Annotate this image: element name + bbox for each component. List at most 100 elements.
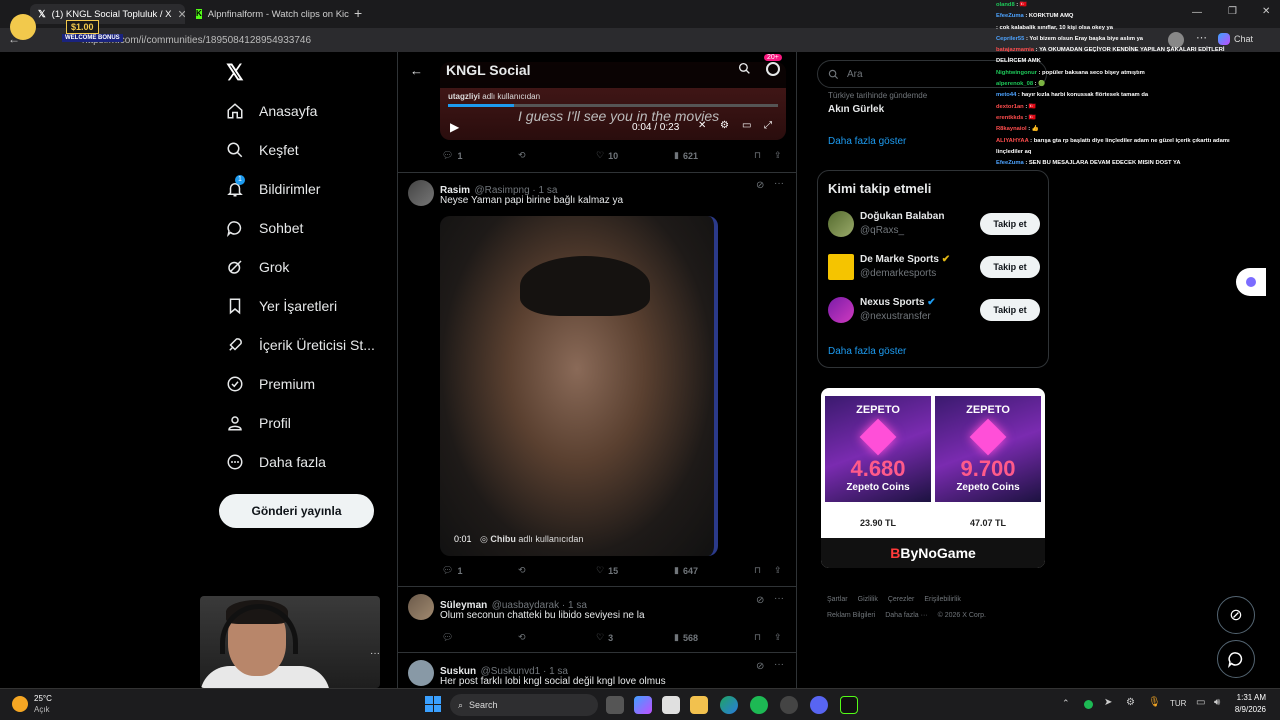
spotify-icon[interactable] (750, 696, 768, 714)
footer-link[interactable]: Çerezler (888, 596, 914, 603)
clock-time[interactable]: 1:31 AM (1230, 693, 1266, 702)
footer-link[interactable]: Daha fazla ··· (885, 612, 927, 619)
copilot-app-icon[interactable] (634, 696, 652, 714)
suggestion-item[interactable]: De Marke Sports ✔ @demarkesports Takip e… (828, 252, 1040, 282)
show-more-suggestions[interactable]: Daha fazla göster (828, 346, 906, 357)
reply-button[interactable]: 💬︎ (442, 632, 453, 643)
more-icon[interactable]: ··· (774, 178, 784, 189)
play-icon[interactable]: ▶ (450, 120, 459, 134)
back-arrow-icon[interactable]: ← (410, 63, 423, 78)
tray-settings-icon[interactable]: ⚙ (1126, 697, 1135, 708)
grok-icon[interactable]: ⊘ (756, 661, 764, 672)
repost-icon[interactable]: ⟲ (518, 150, 526, 161)
windows-start-icon[interactable] (425, 696, 441, 712)
grok-icon[interactable]: ⊘ (756, 595, 764, 606)
tab-kick[interactable]: K Alpnfinalform - Watch clips on Kic ✕ (188, 4, 351, 24)
show-more-trends[interactable]: Daha fazla göster (828, 136, 906, 147)
avatar[interactable] (828, 254, 854, 280)
repost-icon[interactable]: ⟲ (518, 632, 526, 643)
app-icon[interactable] (780, 696, 798, 714)
views-stat[interactable]: ▮ 621 (674, 150, 698, 161)
follow-button[interactable]: Takip et (980, 213, 1040, 235)
weather-temp[interactable]: 25°C (34, 694, 52, 703)
tray-app-icon[interactable] (1084, 700, 1093, 709)
avatar[interactable] (408, 180, 434, 206)
follow-button[interactable]: Takip et (980, 256, 1040, 278)
avatar[interactable] (408, 594, 434, 620)
bookmark-icon[interactable]: ⊓ (754, 150, 761, 161)
telegram-icon[interactable]: ➤ (1104, 697, 1112, 708)
like-button[interactable]: ♡ 15 (596, 565, 618, 576)
store-app-icon[interactable] (662, 696, 680, 714)
footer-link[interactable]: Şartlar (827, 596, 848, 603)
x-logo-icon[interactable]: 𝕏 (226, 60, 244, 86)
messages-fab-icon[interactable] (1217, 640, 1255, 678)
footer-link[interactable]: Gizlilik (858, 596, 878, 603)
reply-button[interactable]: 💬︎ 1 (442, 150, 462, 161)
nav-item-profile[interactable]: Profil (225, 408, 291, 438)
nav-item-notifications[interactable]: 1 Bildirimler (225, 174, 320, 204)
discord-icon[interactable] (810, 696, 828, 714)
mute-icon[interactable]: ✕ (698, 120, 706, 131)
bookmark-icon[interactable]: ⊓ (754, 632, 761, 643)
close-tab-icon[interactable]: ✕ (178, 8, 185, 21)
volume-icon[interactable]: 🔊︎ (1214, 697, 1220, 708)
trend-name[interactable]: Akın Gürlek (828, 104, 884, 115)
ad-item[interactable]: ZEPETO 9.700 Zepeto Coins (935, 396, 1041, 502)
repost-icon[interactable]: ⟲ (518, 565, 526, 576)
settings-icon[interactable]: ⚙ (720, 120, 729, 131)
microphone-icon[interactable]: 🎙︎ (1148, 697, 1161, 708)
suggestion-item[interactable]: Nexus Sports ✔ @nexustransfer Takip et (828, 295, 1040, 325)
settings-gear-icon[interactable] (766, 62, 780, 76)
address-bar[interactable]: https://x.com/i/communities/189508412895… (82, 31, 982, 49)
post-button[interactable]: Gönderi yayınla (219, 494, 374, 528)
more-icon[interactable]: ··· (370, 648, 380, 659)
side-panel-toggle[interactable] (1236, 268, 1266, 296)
pip-icon[interactable]: ▭ (742, 120, 751, 131)
avatar[interactable] (828, 297, 854, 323)
like-button[interactable]: ♡ 3 (596, 632, 613, 643)
nav-item-explore[interactable]: Keşfet (225, 135, 299, 165)
nav-item-grok[interactable]: Grok (225, 252, 289, 282)
avatar[interactable] (408, 660, 434, 686)
views-stat[interactable]: ▮ 568 (674, 632, 698, 643)
nav-item-home[interactable]: Anasayfa (225, 96, 317, 126)
nav-item-more[interactable]: Daha fazla (225, 447, 326, 477)
bookmark-icon[interactable]: ⊓ (754, 565, 761, 576)
nav-item-chat[interactable]: Sohbet (225, 213, 303, 243)
network-icon[interactable]: ▭ (1196, 697, 1205, 708)
grok-fab-icon[interactable]: ⊘ (1217, 596, 1255, 634)
follow-button[interactable]: Takip et (980, 299, 1040, 321)
clock-date[interactable]: 8/9/2026 (1230, 705, 1266, 714)
suggestion-item[interactable]: Doğukan Balaban @qRaxs_ Takip et (828, 209, 1040, 239)
avatar[interactable] (828, 211, 854, 237)
file-explorer-icon[interactable] (690, 696, 708, 714)
reply-button[interactable]: 💬︎ 1 (442, 565, 462, 576)
footer-link[interactable]: Erişilebilirlik (924, 596, 961, 603)
close-window-icon[interactable]: ✕ (1262, 6, 1270, 17)
nav-item-bookmarks[interactable]: Yer İşaretleri (225, 291, 337, 321)
nav-item-premium[interactable]: Premium (225, 369, 315, 399)
video-progress-track[interactable] (448, 104, 778, 107)
more-icon[interactable]: ··· (774, 593, 784, 604)
new-tab-icon[interactable]: + (354, 5, 362, 21)
streaming-app-icon[interactable] (840, 696, 858, 714)
more-icon[interactable]: ··· (774, 659, 784, 670)
edge-browser-icon[interactable] (720, 696, 738, 714)
fullscreen-icon[interactable]: ⤢ (764, 120, 772, 131)
task-view-icon[interactable] (606, 696, 624, 714)
search-icon[interactable] (738, 62, 751, 80)
taskbar-search[interactable]: ⌕ Search (450, 694, 598, 716)
input-language[interactable]: TUR (1170, 699, 1186, 708)
grok-icon[interactable]: ⊘ (756, 180, 764, 191)
like-button[interactable]: ♡ 10 (596, 150, 618, 161)
nav-item-creator-studio[interactable]: İçerik Üreticisi St... (225, 330, 375, 360)
views-stat[interactable]: ▮ 647 (674, 565, 698, 576)
share-icon[interactable]: ⇪ (774, 150, 782, 161)
share-icon[interactable]: ⇪ (774, 632, 782, 643)
share-icon[interactable]: ⇪ (774, 565, 782, 576)
ad-item[interactable]: ZEPETO 4.680 Zepeto Coins (825, 396, 931, 502)
tray-expand-icon[interactable]: ⌃ (1062, 698, 1070, 709)
ad-banner[interactable]: ZEPETO 4.680 Zepeto Coins ZEPETO 9.700 Z… (821, 388, 1045, 568)
video-player[interactable]: 0:01 ◎ Chibu adlı kullanıcıdan (440, 216, 718, 556)
